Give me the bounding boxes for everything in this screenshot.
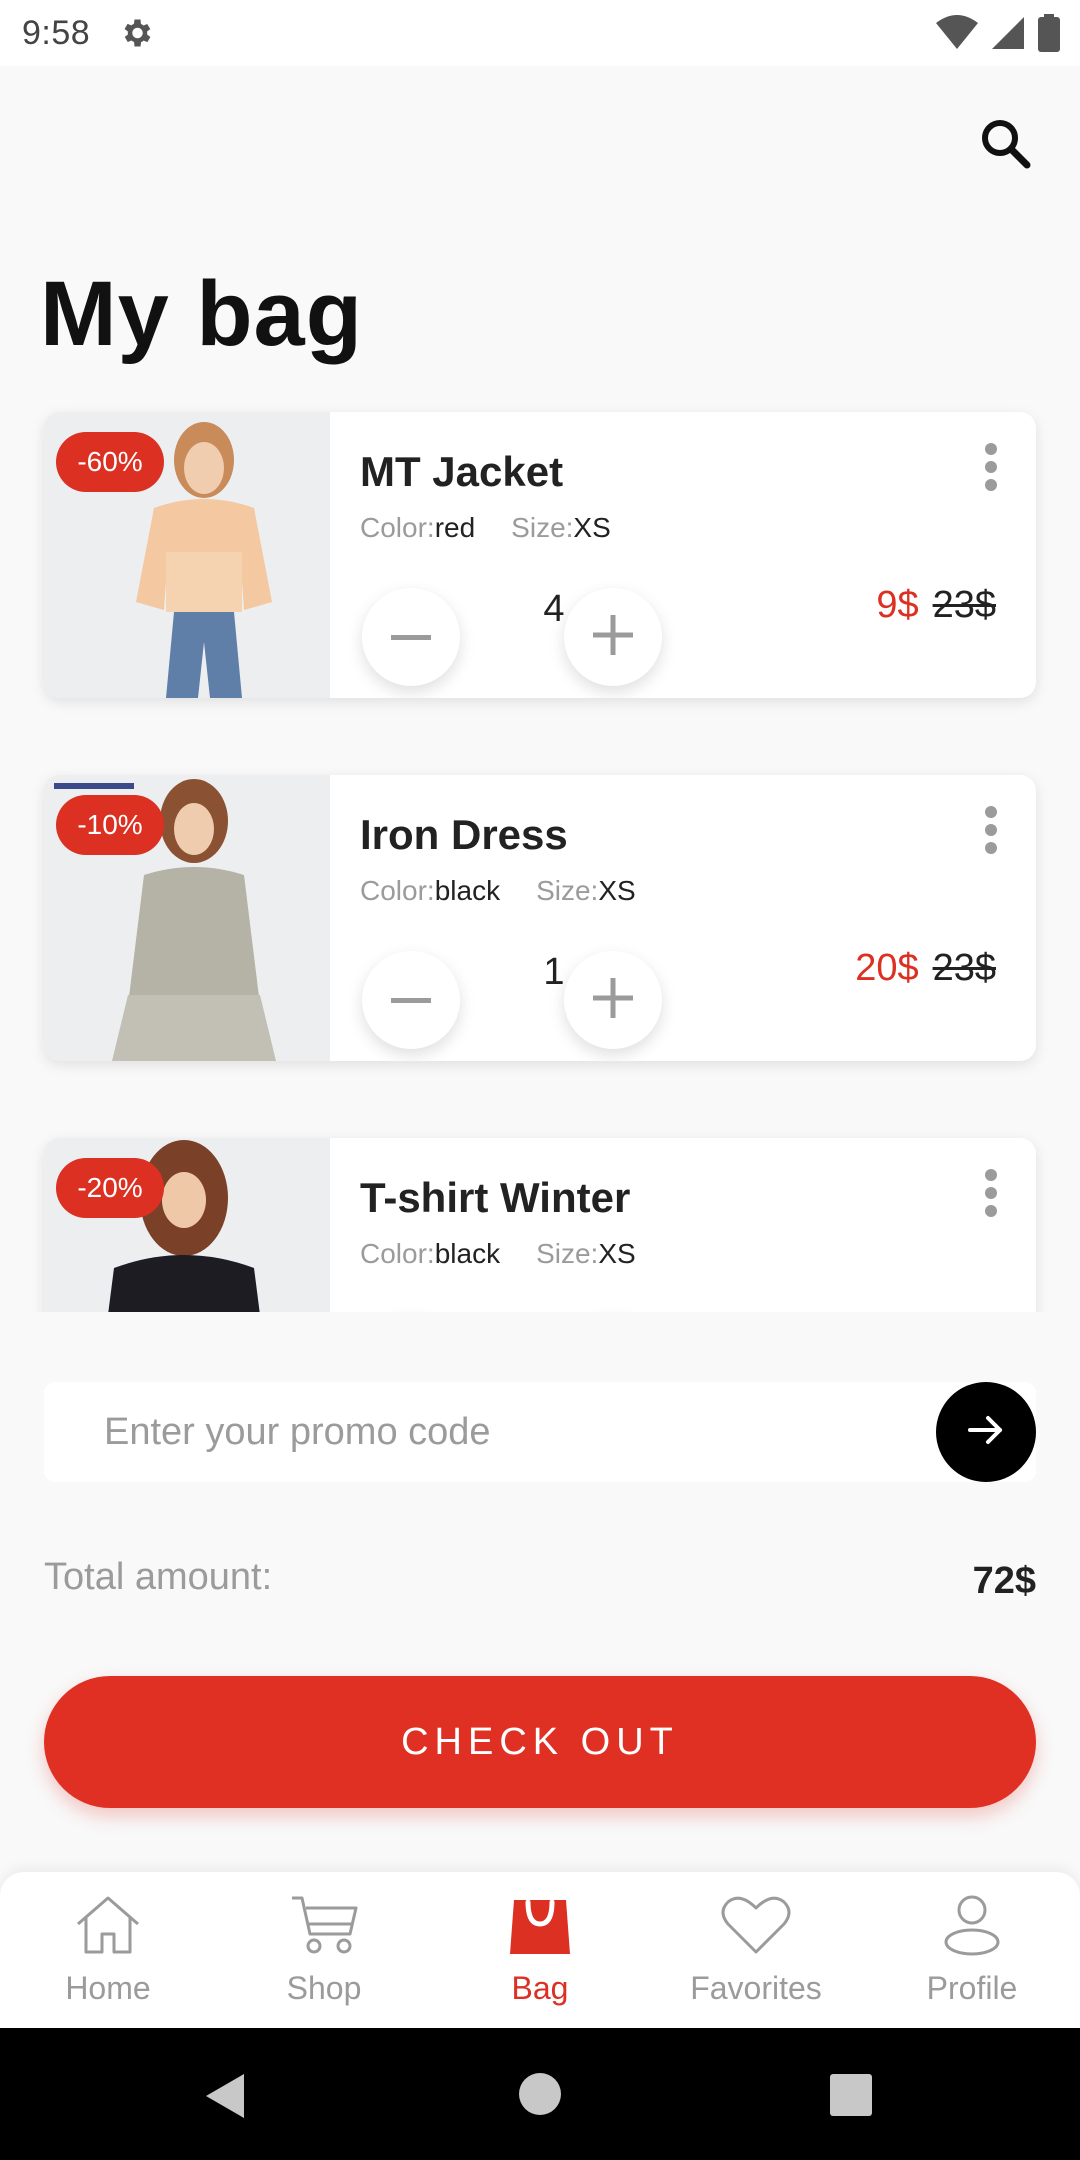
plus-icon bbox=[593, 614, 633, 660]
price: 20$ 23$ bbox=[855, 947, 996, 990]
more-options-button[interactable] bbox=[976, 805, 1006, 855]
more-vertical-icon bbox=[976, 806, 1006, 859]
search-button[interactable] bbox=[970, 110, 1040, 180]
product-image: -20% bbox=[44, 1138, 330, 1312]
product-color: Color:black bbox=[360, 875, 501, 906]
wifi-icon bbox=[936, 15, 978, 56]
cart-list[interactable]: -60% MT Jacket Color:red Size:XS 4 9$ 23… bbox=[0, 390, 1080, 1312]
nav-favorites-label: Favorites bbox=[690, 1970, 822, 2006]
nav-home[interactable]: Home bbox=[0, 1872, 216, 2028]
product-size: Size:XS bbox=[536, 1238, 636, 1269]
status-icons bbox=[936, 14, 1060, 57]
price: 9$ 23$ bbox=[876, 584, 996, 627]
nav-profile[interactable]: Profile bbox=[864, 1872, 1080, 2028]
more-options-button[interactable] bbox=[976, 1168, 1006, 1218]
discount-badge: -60% bbox=[56, 432, 164, 492]
bag-icon bbox=[504, 1894, 576, 1964]
product-name: T-shirt Winter bbox=[360, 1174, 631, 1221]
search-icon bbox=[979, 117, 1031, 174]
cart-item[interactable]: -20% T-shirt Winter Color:black Size:XS bbox=[44, 1138, 1036, 1312]
nav-favorites[interactable]: Favorites bbox=[648, 1872, 864, 2028]
sale-price: 9$ bbox=[876, 584, 919, 626]
plus-icon bbox=[593, 977, 633, 1023]
product-size: Size:XS bbox=[536, 875, 636, 906]
minus-icon bbox=[391, 628, 431, 646]
product-image: -60% bbox=[44, 412, 330, 698]
cart-item[interactable]: -10% Iron Dress Color:black Size:XS 1 20… bbox=[44, 775, 1036, 1061]
battery-icon bbox=[1038, 14, 1060, 57]
home-circle-icon[interactable] bbox=[518, 2072, 562, 2121]
decrease-quantity-button[interactable] bbox=[362, 588, 460, 686]
nav-profile-label: Profile bbox=[926, 1970, 1018, 2006]
recents-square-icon[interactable] bbox=[830, 2074, 872, 2121]
nav-home-label: Home bbox=[65, 1970, 151, 2006]
product-name: MT Jacket bbox=[360, 448, 564, 495]
product-color: Color:red bbox=[360, 512, 476, 543]
bottom-navigation: Home Shop Bag Favorites Profile bbox=[0, 1872, 1080, 2028]
product-image: -10% bbox=[44, 775, 330, 1061]
sale-price: 20$ bbox=[855, 947, 919, 989]
promo-code-input[interactable] bbox=[104, 1382, 924, 1482]
product-attributes: Color:red Size:XS bbox=[360, 512, 611, 544]
total-amount-label: Total amount: bbox=[44, 1556, 273, 1598]
total-amount-value: 72$ bbox=[972, 1560, 1036, 1602]
original-price: 23$ bbox=[932, 947, 996, 989]
home-icon bbox=[72, 1894, 144, 1964]
status-time: 9:58 bbox=[22, 13, 91, 52]
decrease-quantity-button[interactable] bbox=[362, 951, 460, 1049]
increase-quantity-button[interactable] bbox=[564, 951, 662, 1049]
nav-shop[interactable]: Shop bbox=[216, 1872, 432, 2028]
system-navigation-bar bbox=[0, 2028, 1080, 2160]
discount-badge: -20% bbox=[56, 1158, 164, 1218]
product-color: Color:black bbox=[360, 1238, 501, 1269]
arrow-right-icon bbox=[966, 1410, 1006, 1455]
apply-promo-button[interactable] bbox=[936, 1382, 1036, 1482]
profile-icon bbox=[936, 1894, 1008, 1964]
cart-item[interactable]: -60% MT Jacket Color:red Size:XS 4 9$ 23… bbox=[44, 412, 1036, 698]
nav-bag-label: Bag bbox=[511, 1970, 569, 2006]
settings-gear-icon bbox=[118, 15, 154, 51]
product-name: Iron Dress bbox=[360, 811, 568, 858]
checkout-button[interactable]: CHECK OUT bbox=[44, 1676, 1036, 1808]
product-attributes: Color:black Size:XS bbox=[360, 1238, 636, 1270]
increase-quantity-button[interactable] bbox=[564, 588, 662, 686]
nav-bag[interactable]: Bag bbox=[432, 1872, 648, 2028]
cart-icon bbox=[288, 1894, 360, 1964]
original-price: 23$ bbox=[932, 584, 996, 626]
back-icon[interactable] bbox=[204, 2072, 246, 2125]
heart-icon bbox=[720, 1894, 792, 1964]
more-vertical-icon bbox=[976, 443, 1006, 496]
more-vertical-icon bbox=[976, 1169, 1006, 1222]
page-title: My bag bbox=[40, 263, 363, 365]
cellular-signal-icon bbox=[990, 15, 1026, 56]
minus-icon bbox=[391, 991, 431, 1009]
more-options-button[interactable] bbox=[976, 442, 1006, 492]
product-attributes: Color:black Size:XS bbox=[360, 875, 636, 907]
promo-code-field bbox=[44, 1382, 1036, 1482]
discount-badge: -10% bbox=[56, 795, 164, 855]
product-size: Size:XS bbox=[511, 512, 611, 543]
status-bar: 9:58 bbox=[0, 0, 1080, 66]
nav-shop-label: Shop bbox=[286, 1970, 362, 2006]
